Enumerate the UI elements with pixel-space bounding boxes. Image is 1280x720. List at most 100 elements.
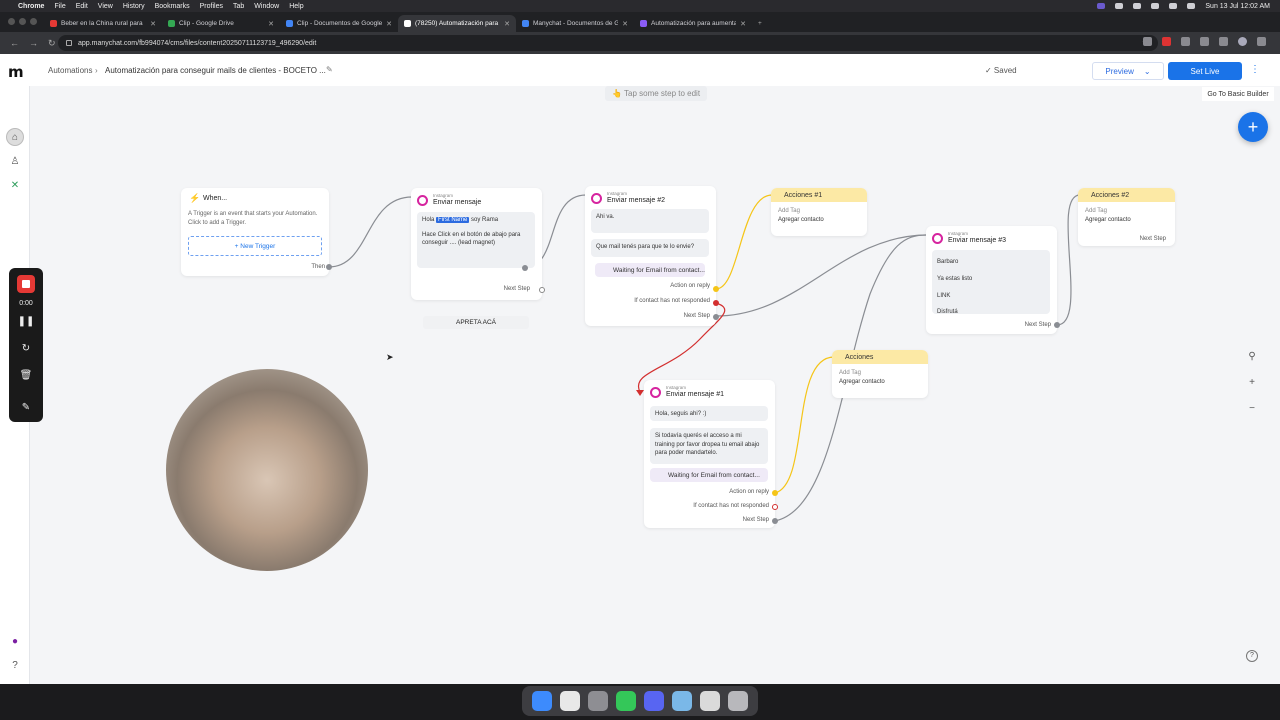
browser-tab-active[interactable]: (78250) Automatización para ✕ [398, 15, 516, 32]
message-node-2[interactable]: Instagram Enviar mensaje #2 Ahi va. Que … [585, 186, 716, 326]
forward-icon[interactable]: → [29, 38, 38, 48]
arrow-head [636, 390, 644, 396]
connector-dot[interactable] [713, 314, 719, 320]
profile-avatar[interactable] [1238, 37, 1247, 46]
connector-dot[interactable] [522, 265, 528, 271]
close-tab-icon[interactable]: ✕ [268, 20, 274, 28]
chat-app-icon[interactable] [616, 691, 636, 711]
browser-tab[interactable]: Manychat - Documentos de G ✕ [516, 15, 634, 32]
help-icon[interactable]: ? [9, 660, 21, 672]
browser-tab[interactable]: Clip - Documentos de Google ✕ [280, 15, 398, 32]
menu-edit[interactable]: Edit [76, 3, 88, 10]
battery-icon[interactable] [1169, 3, 1178, 9]
home-icon[interactable]: ⌂ [9, 132, 21, 144]
pause-icon[interactable]: ❚❚ [9, 316, 43, 327]
connector-dot[interactable] [713, 286, 719, 292]
breadcrumb-automations[interactable]: Automations [48, 66, 92, 75]
documents-icon[interactable] [700, 691, 720, 711]
browser-tab[interactable]: Clip - Google Drive ✕ [162, 15, 280, 32]
extension-icon[interactable] [1162, 37, 1171, 46]
actions-node-2[interactable]: Acciones #2 Add Tag Agregar contacto Nex… [1078, 188, 1175, 246]
menu-tab[interactable]: Tab [233, 3, 244, 10]
discord-icon[interactable] [644, 691, 664, 711]
trash-icon[interactable] [728, 691, 748, 711]
menu-view[interactable]: View [98, 3, 113, 10]
close-tab-icon[interactable]: ✕ [386, 20, 392, 28]
trigger-node[interactable]: ⚡ When... A Trigger is an event that sta… [181, 188, 329, 276]
connector-dot[interactable] [772, 518, 778, 524]
zoom-out-icon[interactable]: − [1244, 403, 1260, 419]
menu-bookmarks[interactable]: Bookmarks [155, 3, 190, 10]
extension-icon[interactable] [1219, 37, 1228, 46]
contacts-icon[interactable]: ♙ [9, 156, 21, 168]
menu-window[interactable]: Window [254, 3, 279, 10]
plus-icon: + [758, 20, 762, 27]
close-window-button[interactable] [8, 18, 15, 25]
basic-builder-link[interactable]: Go To Basic Builder [1202, 87, 1274, 101]
more-menu-icon[interactable]: ⋮ [1250, 64, 1260, 75]
search-icon[interactable] [1187, 3, 1196, 9]
chrome-icon[interactable] [560, 691, 580, 711]
browser-tab[interactable]: Automatización para aumenta ✕ [634, 15, 752, 32]
zoom-button[interactable] [30, 18, 37, 25]
settings-icon[interactable] [588, 691, 608, 711]
message-node-3[interactable]: Instagram Enviar mensaje #3 Barbaro Ya e… [926, 226, 1057, 334]
status-icon[interactable] [1097, 3, 1106, 9]
pin-icon[interactable]: ⚲ [1244, 351, 1260, 367]
connector-dot[interactable] [1054, 322, 1060, 328]
extension-icon[interactable] [1181, 37, 1190, 46]
menu-history[interactable]: History [123, 3, 145, 10]
trash-icon[interactable]: 🗑 [9, 370, 43, 381]
new-trigger-button[interactable]: + New Trigger [188, 236, 322, 256]
reload-icon[interactable]: ↻ [48, 38, 56, 49]
message-node-1[interactable]: Instagram Enviar mensaje Hola First Name… [411, 188, 542, 329]
url-field[interactable]: app.manychat.com/fb994074/cms/files/cont… [58, 35, 1158, 51]
menu-profiles[interactable]: Profiles [200, 3, 223, 10]
connector-dot[interactable] [713, 300, 719, 306]
close-tab-icon[interactable]: ✕ [150, 20, 156, 28]
edit-icon[interactable]: ✎ [326, 65, 333, 74]
restart-icon[interactable]: ↻ [9, 343, 43, 354]
edit-icon[interactable]: ✎ [9, 402, 43, 413]
message-node-4[interactable]: Instagram Enviar mensaje #1 Hola, seguis… [644, 380, 775, 528]
cta-button[interactable]: APRETA ACÁ [423, 316, 529, 329]
close-tab-icon[interactable]: ✕ [740, 20, 746, 28]
page-title[interactable]: Automatización para conseguir mails de c… [105, 66, 326, 75]
menu-file[interactable]: File [54, 3, 65, 10]
menu-app[interactable]: Chrome [18, 3, 44, 10]
extension-icon[interactable] [1200, 37, 1209, 46]
close-tab-icon[interactable]: ✕ [504, 20, 510, 28]
zoom-in-icon[interactable]: + [1244, 377, 1260, 393]
automation-icon[interactable]: ✕ [9, 180, 21, 192]
connector-dot[interactable] [539, 287, 545, 293]
status-icon[interactable] [1115, 3, 1124, 9]
link-msg2-acc1 [715, 194, 773, 290]
back-icon[interactable]: ← [10, 38, 19, 48]
connector-dot[interactable] [772, 504, 778, 510]
connector-dot[interactable] [772, 490, 778, 496]
minimize-button[interactable] [19, 18, 26, 25]
help-icon[interactable]: ? [1246, 650, 1258, 662]
connector-dot[interactable] [326, 264, 332, 270]
finder-icon[interactable] [532, 691, 552, 711]
preview-button[interactable]: Preview ⌄ [1092, 62, 1164, 80]
manychat-logo[interactable]: m [8, 63, 24, 81]
stop-record-button[interactable] [17, 275, 35, 293]
drive-icon [168, 20, 175, 27]
clock[interactable]: Sun 13 Jul 12:02 AM [1205, 3, 1270, 10]
set-live-button[interactable]: Set Live [1168, 62, 1242, 80]
close-tab-icon[interactable]: ✕ [622, 20, 628, 28]
menu-icon[interactable] [1257, 37, 1266, 46]
actions-node-3[interactable]: Acciones Add Tag Agregar contacto [832, 350, 928, 398]
new-tab-button[interactable]: + [752, 15, 772, 32]
extension-icon[interactable] [1143, 37, 1152, 46]
chevron-down-icon[interactable]: ⌄ [1144, 67, 1151, 76]
status-icon[interactable] [1133, 3, 1142, 9]
menu-help[interactable]: Help [289, 3, 303, 10]
add-step-button[interactable]: + [1238, 112, 1268, 142]
app-icon[interactable] [672, 691, 692, 711]
actions-node-1[interactable]: Acciones #1 Add Tag Agregar contacto [771, 188, 867, 236]
profile-dot-icon[interactable]: ● [9, 636, 21, 648]
wifi-icon[interactable] [1151, 3, 1160, 9]
browser-tab[interactable]: Beber en la China rural para ✕ [44, 15, 162, 32]
